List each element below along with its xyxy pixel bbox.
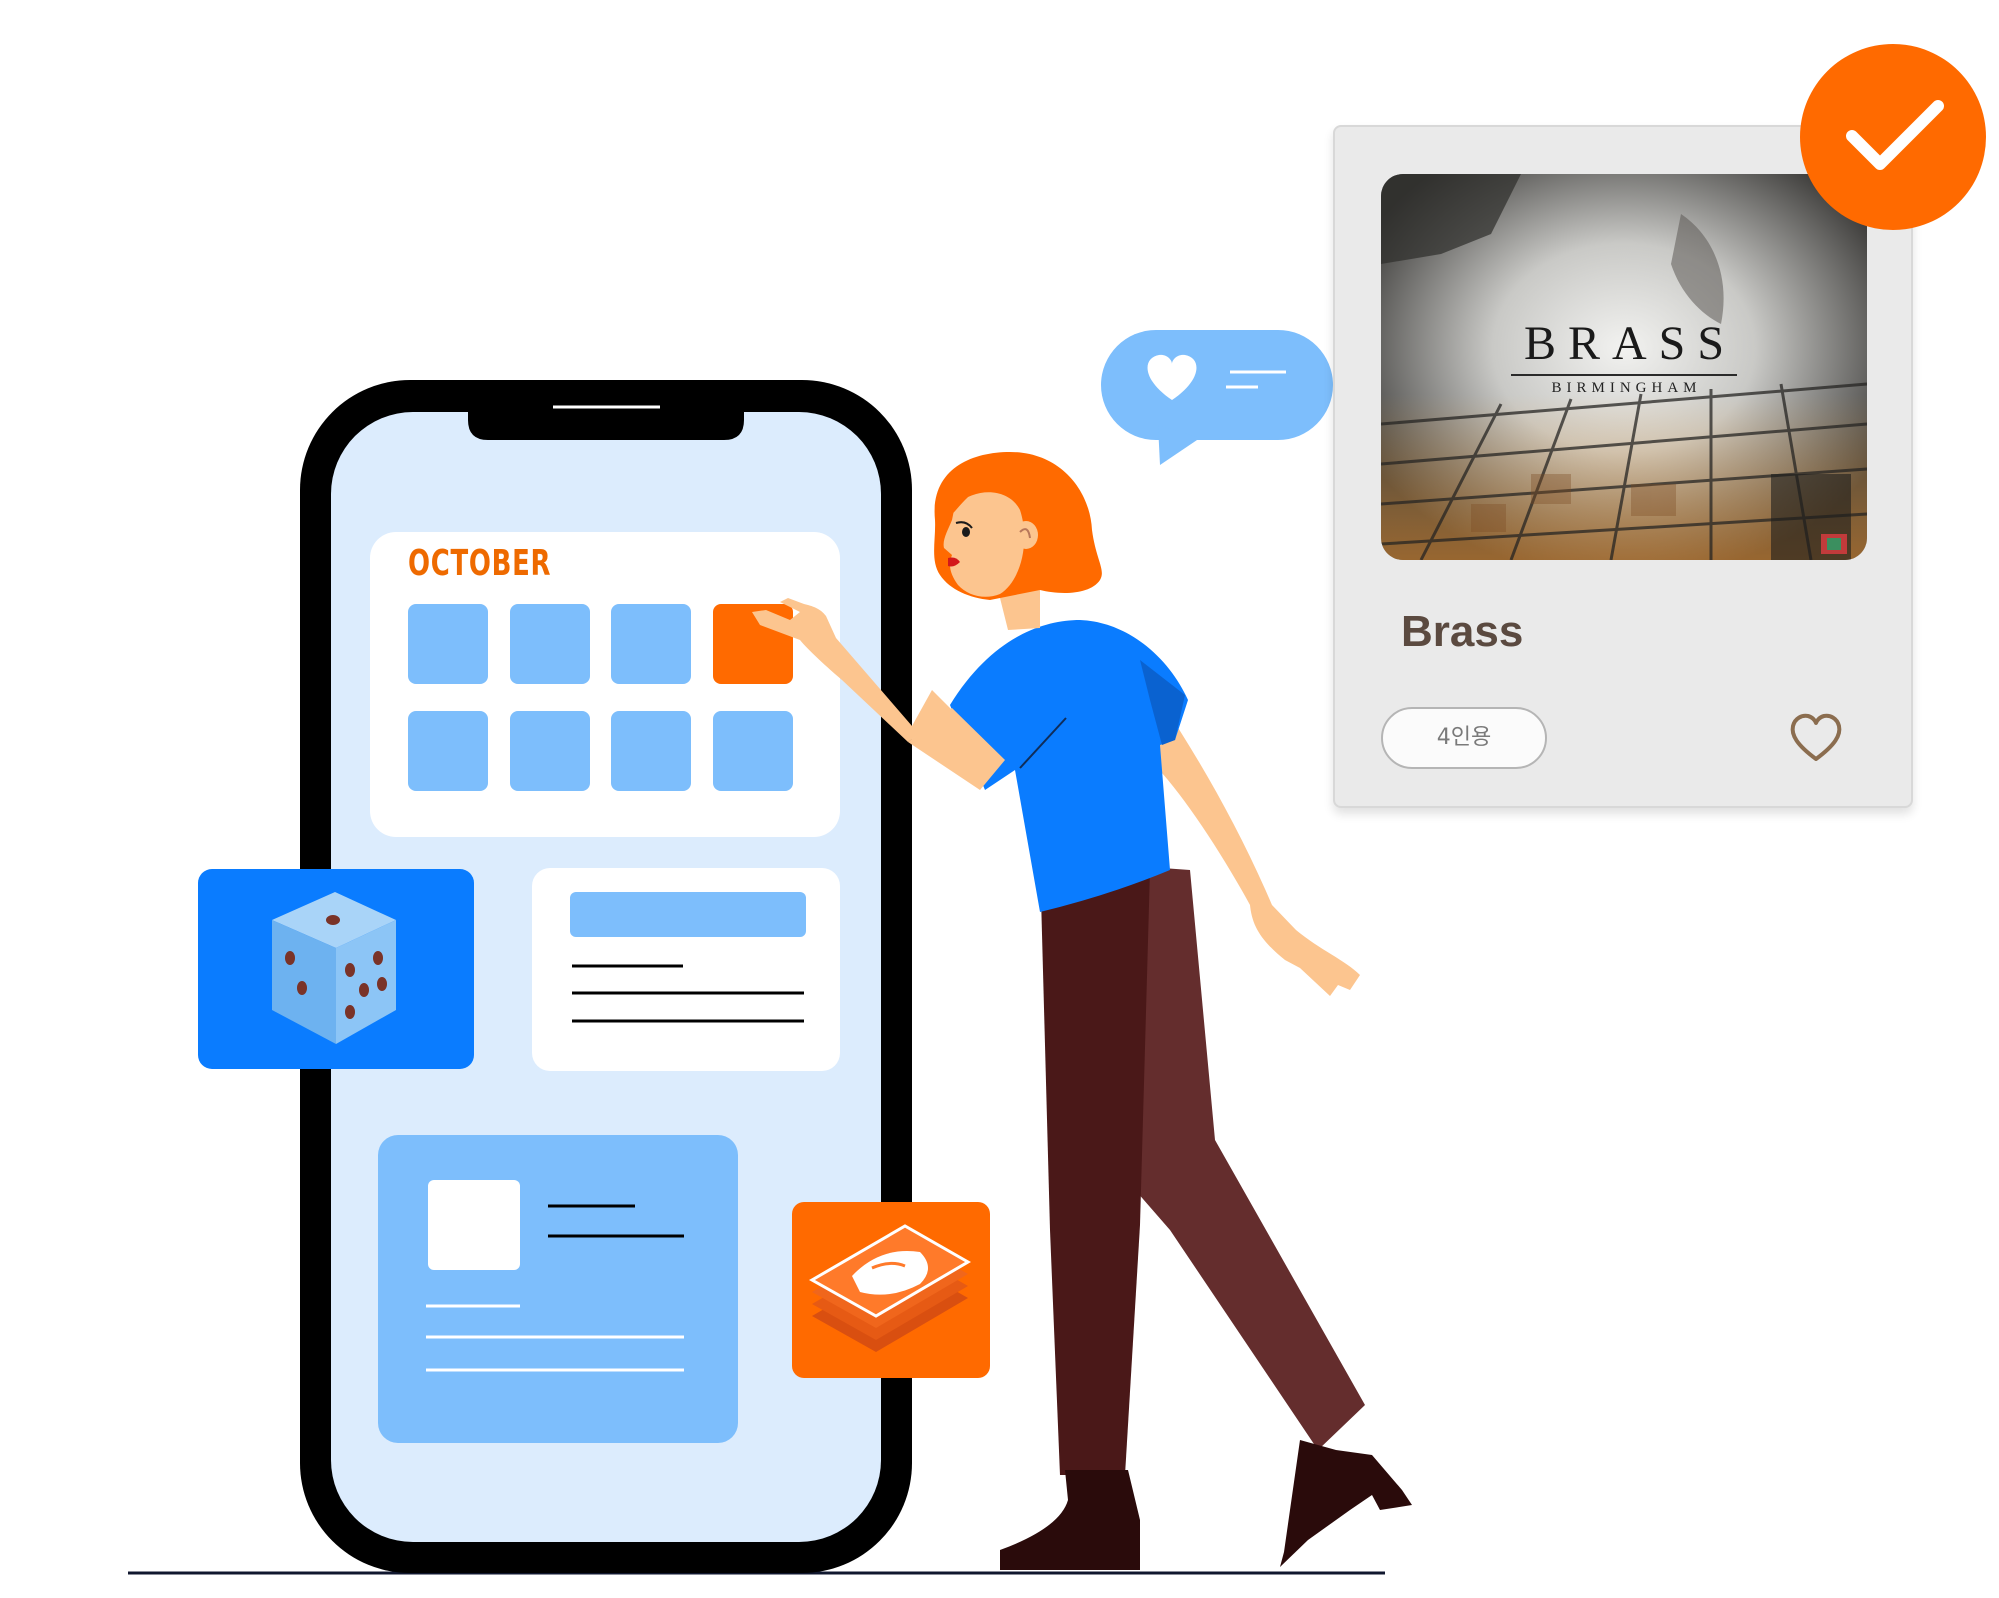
profile-avatar [428,1180,520,1270]
calendar-month-label: OCTOBER [408,543,552,584]
illustration-scene: OCTOBER BRASS BIRMINGHAM Brass 4인용 [0,0,1999,1598]
calendar-day[interactable] [611,711,691,791]
cover-divider [1511,374,1737,376]
text-panel [532,868,840,1071]
text-card-header [570,892,806,937]
game-title[interactable]: Brass [1401,607,1523,657]
selected-check-badge [1800,44,1986,230]
calendar-day[interactable] [510,711,590,791]
calendar-day-selected[interactable] [713,604,793,684]
player-count-badge[interactable]: 4인용 [1381,707,1547,769]
calendar-day[interactable] [611,604,691,684]
calendar-day[interactable] [408,711,488,791]
checkmark-icon [1846,100,1944,170]
heart-outline-icon [1790,713,1842,761]
calendar-day[interactable] [510,604,590,684]
cards-tile [792,1202,990,1378]
dice-tile [198,869,474,1069]
cover-title: BRASS [1523,317,1737,370]
heart-chat-bubble-icon [1101,330,1333,465]
calendar-day[interactable] [408,604,488,684]
game-cover-image[interactable]: BRASS BIRMINGHAM [1381,174,1867,560]
favorite-button[interactable] [1787,709,1845,767]
cover-subtitle: BIRMINGHAM [1551,380,1702,396]
profile-panel [378,1135,738,1443]
calendar-day[interactable] [713,711,793,791]
